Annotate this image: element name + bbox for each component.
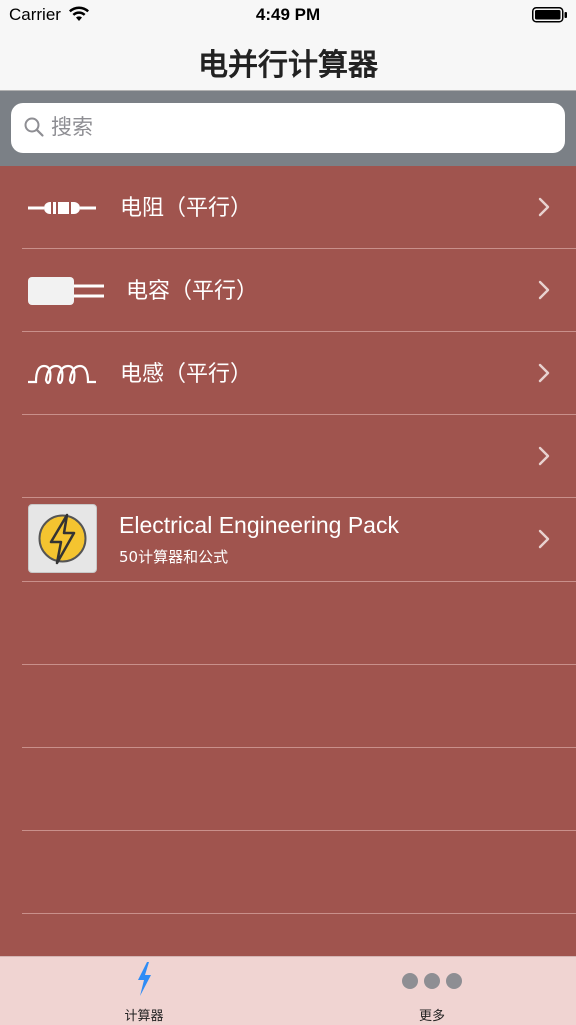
tab-more[interactable]: 更多: [288, 957, 576, 1025]
tab-label: 计算器: [124, 1009, 164, 1024]
inductor-icon: [26, 352, 98, 396]
list-item-engineering-pack[interactable]: Electrical Engineering Pack 50计算器和公式: [0, 498, 576, 582]
list-item-capacitor[interactable]: 电容（平行）: [0, 249, 576, 332]
search-field[interactable]: [11, 103, 565, 153]
capacitor-icon: [26, 269, 104, 313]
empty-row: [0, 582, 576, 665]
list-item-subtitle: 50计算器和公式: [119, 548, 229, 566]
search-input[interactable]: [51, 109, 551, 145]
lightning-bolt-icon: [28, 504, 97, 573]
search-icon: [23, 116, 45, 142]
search-bar: [0, 91, 576, 166]
chevron-right-icon: [538, 197, 550, 221]
list-item-label: 电感（平行）: [120, 362, 253, 387]
tab-calculators[interactable]: 计算器: [0, 957, 288, 1025]
list-item-empty[interactable]: [0, 415, 576, 498]
calculator-list: 电阻（平行） 电容（平行） 电感（平行） Electrical Engineer…: [0, 166, 576, 956]
tab-bar: 计算器 更多: [0, 956, 576, 1025]
clock-time: 4:49 PM: [255, 5, 321, 24]
row-divider: [22, 913, 576, 914]
battery-icon: [532, 7, 568, 27]
empty-row: [0, 831, 576, 914]
list-item-resistor[interactable]: 电阻（平行）: [0, 166, 576, 249]
more-dots-icon: [288, 971, 576, 995]
list-item-label: 电容（平行）: [126, 279, 259, 304]
chevron-right-icon: [538, 280, 550, 304]
resistor-icon: [26, 186, 98, 230]
empty-row: [0, 665, 576, 748]
lightning-icon: [0, 961, 288, 1001]
list-item-inductor[interactable]: 电感（平行）: [0, 332, 576, 415]
chevron-right-icon: [538, 363, 550, 387]
chevron-right-icon: [538, 529, 550, 553]
empty-row: [0, 748, 576, 831]
page-title: 电并行计算器: [198, 48, 378, 83]
navigation-bar: 电并行计算器: [0, 30, 576, 91]
tab-label: 更多: [418, 1009, 445, 1024]
list-item-label: 电阻（平行）: [120, 196, 253, 221]
list-item-title: Electrical Engineering Pack: [119, 512, 399, 538]
status-bar: Carrier 4:49 PM: [0, 0, 576, 30]
chevron-right-icon: [538, 446, 550, 470]
